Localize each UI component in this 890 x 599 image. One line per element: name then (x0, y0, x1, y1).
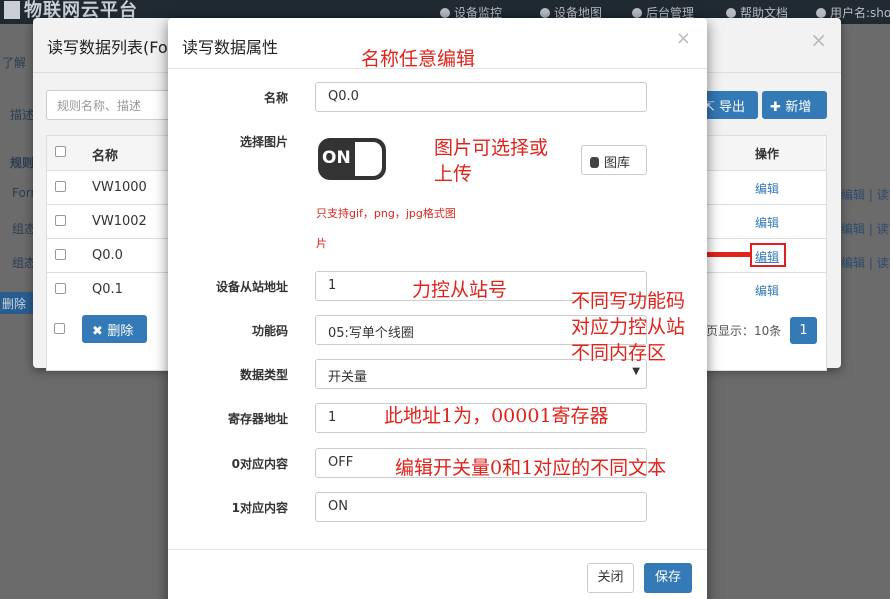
database-icon (590, 157, 599, 168)
page-1-button[interactable]: 1 (790, 317, 817, 344)
row-name: Q0.1 (92, 282, 123, 297)
gallery-button[interactable]: 图库 (581, 145, 647, 175)
add-label: 新增 (785, 100, 812, 115)
help-icon (726, 8, 736, 18)
export-label: 导出 (719, 100, 746, 115)
row-name: VW1002 (92, 214, 147, 229)
close-button[interactable]: 关闭 (587, 563, 634, 593)
edit-modal-title: 读写数据属性 (182, 38, 279, 57)
save-button[interactable]: 保存 (644, 563, 692, 593)
gallery-label: 图库 (604, 156, 631, 171)
column-header-name: 名称 (92, 149, 119, 164)
chevron-down-icon: ▼ (632, 366, 640, 377)
name-label: 名称 (263, 91, 288, 105)
bg-text: 了解 (2, 56, 27, 70)
add-button[interactable]: ✚ 新增 (762, 91, 827, 119)
list-modal-close-icon[interactable]: × (810, 28, 827, 52)
bg-row-links[interactable]: 编辑 | 读写 (841, 186, 890, 203)
page-size-info: 页显示：10条 (706, 324, 782, 338)
image-format-note: 只支持gif，png，jpg格式图 (316, 207, 456, 220)
one-content-input[interactable]: ON (315, 492, 647, 522)
gear-icon (632, 8, 642, 18)
list-modal-title: 读写数据列表(Fo (47, 38, 168, 57)
row-edit-link[interactable]: 编辑 (755, 214, 779, 231)
one-content-label: 1对应内容 (231, 501, 288, 515)
annotation-image-1: 图片可选择或 (434, 137, 549, 159)
globe-icon (540, 8, 550, 18)
annotation-slave: 力控从站号 (412, 279, 508, 301)
monitor-icon (440, 8, 450, 18)
bg-text: Forr (12, 186, 36, 200)
annotation-func-1: 不同写功能码 (571, 290, 686, 312)
image-label: 选择图片 (239, 135, 288, 149)
data-type-label: 数据类型 (239, 368, 288, 382)
slave-address-label: 设备从站地址 (215, 280, 288, 294)
row-checkbox[interactable] (55, 283, 66, 294)
function-code-value: 05:写单个线圈 (328, 326, 414, 341)
register-address-label: 寄存器地址 (227, 412, 288, 426)
row-name: VW1000 (92, 180, 147, 195)
data-type-value: 开关量 (328, 370, 368, 385)
footer-checkbox[interactable] (54, 323, 65, 334)
delete-button[interactable]: ✖ 删除 (82, 315, 147, 343)
annotation-func-3: 不同内存区 (571, 342, 667, 364)
bg-text: 规则 (10, 156, 35, 170)
edit-highlight-box (750, 243, 786, 267)
bg-delete-button[interactable]: 删除 (0, 292, 34, 314)
search-input[interactable]: 规则名称、描述 (46, 90, 176, 120)
close-icon: ✖ (92, 324, 108, 339)
function-code-label: 功能码 (251, 324, 288, 338)
selected-image[interactable]: ON (318, 138, 386, 180)
image-format-note-cont: 片 (316, 237, 327, 250)
row-name: Q0.0 (92, 248, 123, 263)
switch-on-text: ON (322, 148, 351, 168)
divider (168, 549, 707, 550)
annotation-func-2: 对应力控从站 (571, 316, 686, 338)
annotation-text: 编辑开关量0和1对应的不同文本 (395, 457, 667, 479)
plus-icon: ✚ (770, 100, 786, 115)
row-edit-link[interactable]: 编辑 (755, 282, 779, 299)
edit-modal-close-icon[interactable]: × (676, 28, 691, 49)
zero-content-label: 0对应内容 (231, 457, 288, 471)
row-checkbox[interactable] (55, 215, 66, 226)
annotation-image-2: 上传 (434, 163, 473, 185)
row-checkbox[interactable] (55, 181, 66, 192)
row-checkbox[interactable] (55, 249, 66, 260)
annotation-name: 名称任意编辑 (361, 48, 476, 70)
name-input[interactable]: Q0.0 (315, 82, 647, 112)
annotation-register: 此地址1为，00001寄存器 (384, 405, 609, 427)
bg-text: 描述 (10, 108, 35, 122)
bg-row-links[interactable]: 编辑 | 读写 (841, 220, 890, 237)
column-header-op: 操作 (755, 147, 780, 161)
row-edit-link[interactable]: 编辑 (755, 180, 779, 197)
logo-icon (4, 1, 20, 19)
switch-knob (355, 142, 382, 176)
delete-label: 删除 (107, 324, 134, 339)
user-icon (816, 8, 826, 18)
select-all-checkbox[interactable] (55, 146, 66, 157)
bg-row-links[interactable]: 编辑 | 读写 (841, 254, 890, 271)
